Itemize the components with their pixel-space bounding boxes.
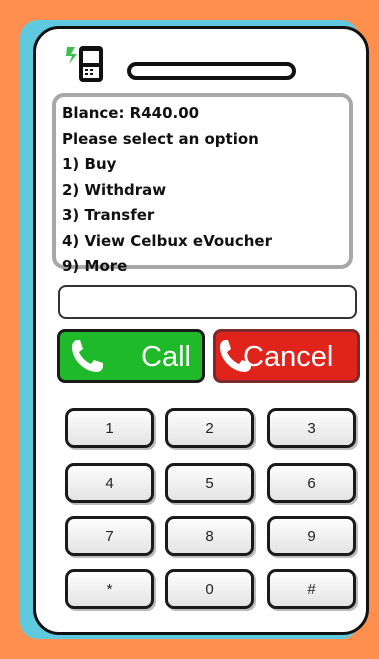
phone-body: Blance: R440.00 Please select an option … bbox=[33, 26, 369, 635]
prompt-line: Please select an option bbox=[62, 129, 259, 148]
cancel-button[interactable]: Cancel bbox=[213, 329, 360, 383]
key-5[interactable]: 5 bbox=[165, 463, 254, 503]
key-8[interactable]: 8 bbox=[165, 516, 254, 556]
cancel-label: Cancel bbox=[243, 341, 334, 373]
phone-handset-icon bbox=[72, 340, 103, 372]
mobile-phone-signal-icon bbox=[66, 46, 103, 82]
key-4[interactable]: 4 bbox=[65, 463, 154, 503]
key-2[interactable]: 2 bbox=[165, 408, 254, 448]
menu-option-buy: 1) Buy bbox=[62, 155, 117, 173]
key-6[interactable]: 6 bbox=[267, 463, 356, 503]
key-hash[interactable]: # bbox=[267, 569, 356, 609]
key-star[interactable]: * bbox=[65, 569, 154, 609]
speaker-slot bbox=[127, 62, 296, 80]
key-1[interactable]: 1 bbox=[65, 408, 154, 448]
key-3[interactable]: 3 bbox=[267, 408, 356, 448]
reply-input[interactable] bbox=[58, 285, 357, 319]
call-label: Call bbox=[141, 341, 191, 373]
ussd-screen: Blance: R440.00 Please select an option … bbox=[52, 93, 353, 275]
key-0[interactable]: 0 bbox=[165, 569, 254, 609]
balance-line: Blance: R440.00 bbox=[62, 104, 200, 122]
call-button[interactable]: Call bbox=[57, 329, 205, 383]
menu-option-view-voucher: 4) View Celbux eVoucher bbox=[62, 231, 272, 250]
key-9[interactable]: 9 bbox=[267, 516, 356, 556]
menu-option-withdraw: 2) Withdraw bbox=[62, 180, 167, 199]
key-7[interactable]: 7 bbox=[65, 516, 154, 556]
menu-option-more: 9) More bbox=[62, 257, 128, 275]
menu-option-transfer: 3) Transfer bbox=[62, 206, 155, 224]
